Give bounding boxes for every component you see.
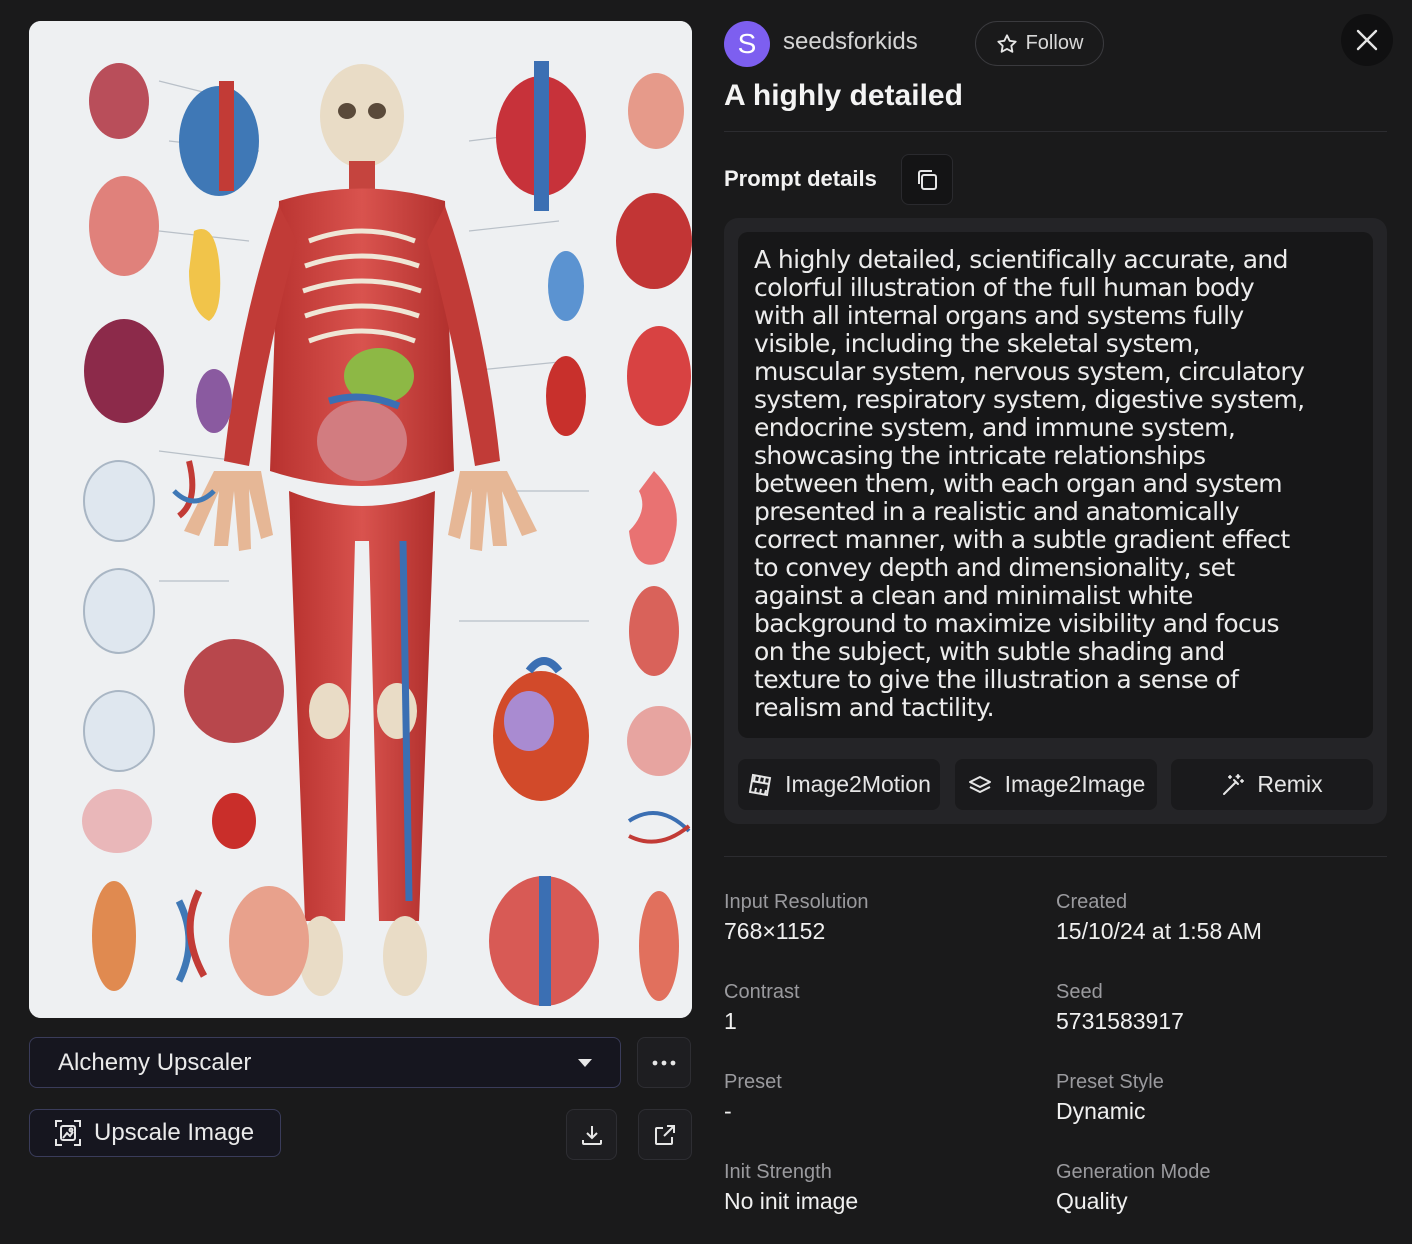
username[interactable]: seedsforkids [783,28,918,56]
close-icon [1356,29,1378,51]
star-icon [996,33,1017,53]
generation-mode-label: Generation Mode [1056,1161,1211,1183]
init-strength-label: Init Strength [724,1161,832,1183]
image-title: A highly detailed [724,79,963,112]
prompt-text-box: A highly detailed, scientifically accura… [738,232,1373,738]
image2motion-label: Image2Motion [785,771,931,797]
prompt-line: background to maximize visibility and fo… [754,609,1279,638]
input-resolution-value: 768×1152 [724,918,826,944]
preset-label: Preset [724,1071,782,1093]
contrast-value: 1 [724,1008,737,1034]
prompt-line: with all internal organs and systems ful… [754,301,1244,330]
copy-icon [918,169,937,190]
image-detail-modal: Alchemy Upscaler Upscale Image S seedsfo… [0,0,1412,1244]
download-button[interactable] [566,1109,617,1160]
preset-value: - [724,1098,732,1124]
metadata-divider [724,856,1387,857]
more-options-button[interactable] [637,1037,691,1088]
image2image-button[interactable]: Image2Image [955,759,1157,810]
generated-image[interactable] [29,21,692,1018]
prompt-line: realism and tactility. [754,693,995,722]
prompt-line: correct manner, with a subtle gradient e… [754,525,1290,554]
upscale-image-label: Upscale Image [94,1119,255,1146]
preset-style-label: Preset Style [1056,1071,1164,1093]
anatomy-illustration [29,21,692,1018]
remix-button[interactable]: Remix [1171,759,1373,810]
remix-label: Remix [1257,771,1323,797]
open-external-button[interactable] [638,1109,692,1160]
upscaler-select[interactable]: Alchemy Upscaler [29,1037,621,1088]
prompt-line: texture to give the illustration a sense… [754,665,1239,694]
preset-style-value: Dynamic [1056,1098,1146,1124]
image2image-label: Image2Image [1004,771,1146,797]
contrast-label: Contrast [724,981,800,1003]
header-divider [724,131,1387,132]
generation-mode-value: Quality [1056,1188,1128,1214]
prompt-line: system, respiratory system, digestive sy… [754,385,1305,414]
download-icon [581,1125,602,1145]
copy-prompt-button[interactable] [901,154,953,205]
close-button[interactable] [1341,14,1393,66]
prompt-line: muscular system, nervous system, circula… [754,357,1305,386]
magic-wand-icon [1223,773,1245,795]
upscale-image-button[interactable]: Upscale Image [29,1109,281,1157]
prompt-line: visible, including the skeletal system, [754,329,1200,358]
external-link-icon [655,1124,675,1145]
prompt-line: presented in a realistic and anatomicall… [754,497,1240,526]
prompt-line: to convey depth and dimensionality, set [754,553,1235,582]
prompt-line: on the subject, with subtle shading and [754,637,1225,666]
input-resolution-label: Input Resolution [724,891,869,913]
prompt-line: showcasing the intricate relationships [754,441,1206,470]
init-strength-value: No init image [724,1188,859,1214]
created-value: 15/10/24 at 1:58 AM [1056,918,1262,944]
seed-label: Seed [1056,981,1103,1003]
user-avatar[interactable]: S [724,21,770,67]
follow-label: Follow [1025,32,1084,54]
prompt-text: A highly detailed, scientifically accura… [754,246,1357,722]
created-label: Created [1056,891,1128,913]
caret-down-icon [578,1058,592,1067]
more-horizontal-icon [652,1060,676,1065]
film-icon [748,773,772,796]
prompt-details-heading: Prompt details [724,166,877,191]
prompt-line: against a clean and minimalist white [754,581,1193,610]
upscaler-selected-label: Alchemy Upscaler [58,1048,252,1076]
prompt-line: A highly detailed, scientifically accura… [754,245,1289,274]
seed-value: 5731583917 [1056,1008,1184,1034]
layers-icon [968,775,991,793]
image2motion-button[interactable]: Image2Motion [738,759,940,810]
prompt-line: colorful illustration of the full human … [754,273,1255,302]
follow-button[interactable]: Follow [975,21,1104,66]
prompt-line: between them, with each organ and system [754,469,1283,498]
prompt-line: endocrine system, and immune system, [754,413,1236,442]
upscale-icon [55,1120,81,1146]
